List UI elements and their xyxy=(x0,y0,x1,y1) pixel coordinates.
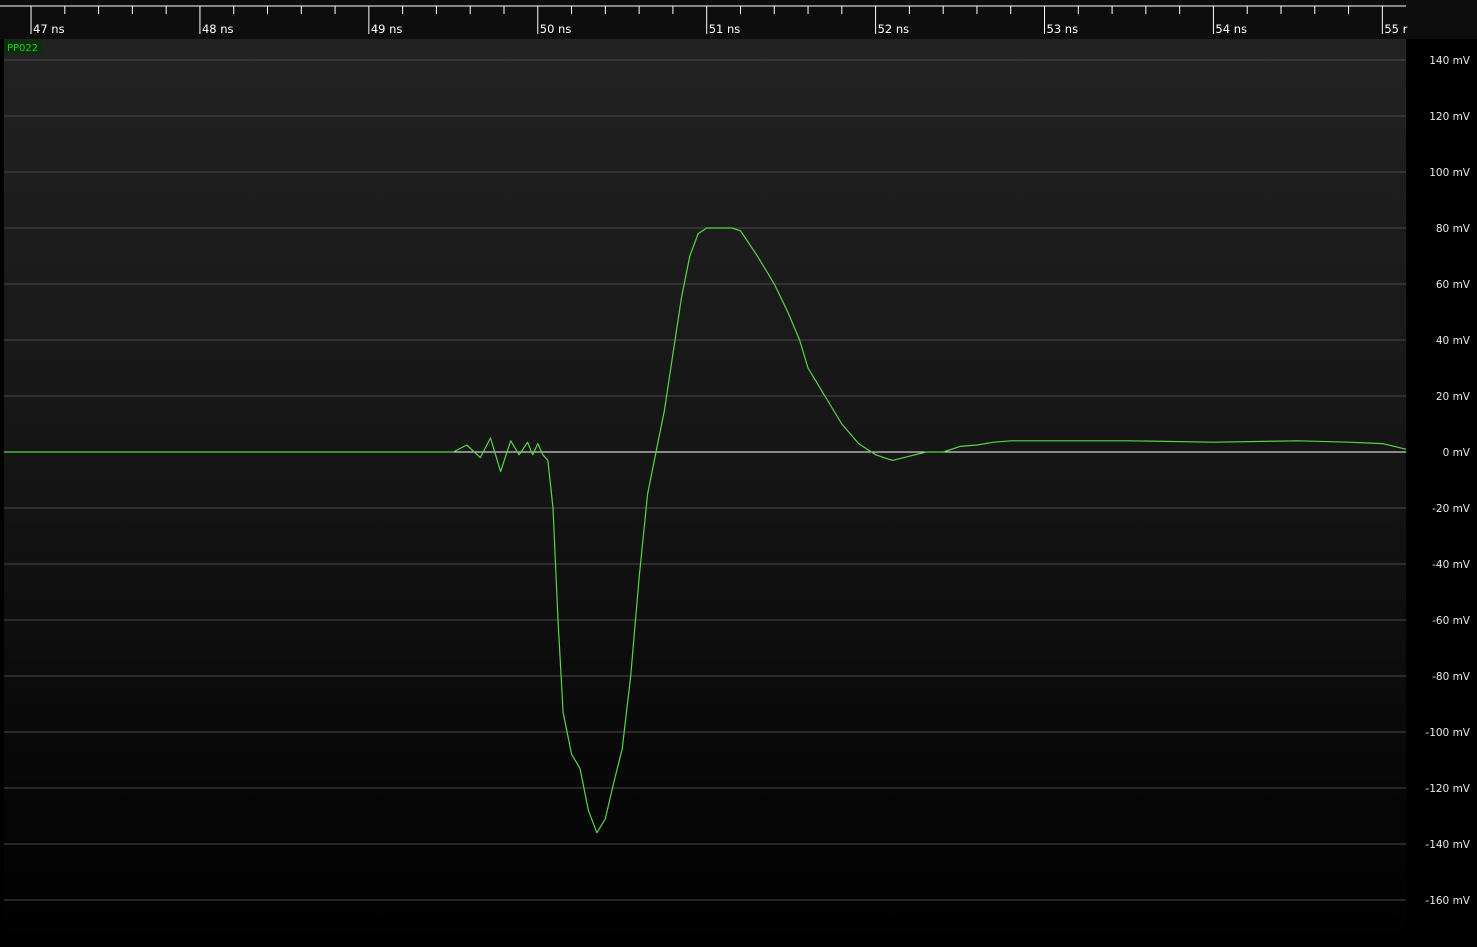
oscilloscope-display[interactable]: 47 ns 48 ns 49 ns 50 ns 51 ns 52 ns 53 ns 54 ns… xyxy=(0,0,1477,947)
voltage-tick-label: 60 mV xyxy=(1436,279,1471,291)
voltage-tick-label: 80 mV xyxy=(1436,223,1471,235)
voltage-tick-label: -160 mV xyxy=(1425,895,1470,907)
voltage-tick-label: 20 mV xyxy=(1436,391,1471,403)
time-tick-label: 48 ns xyxy=(202,22,234,36)
time-tick-label: 50 ns xyxy=(540,22,572,36)
voltage-tick-label: -20 mV xyxy=(1432,503,1471,515)
voltage-tick-label: -80 mV xyxy=(1432,671,1471,683)
channel-tag[interactable]: PP022 xyxy=(4,40,43,54)
time-tick-label: 51 ns xyxy=(709,22,741,36)
voltage-tick-label: 100 mV xyxy=(1429,167,1471,179)
voltage-tick-label: 120 mV xyxy=(1429,111,1471,123)
voltage-tick-label: 0 mV xyxy=(1443,447,1471,459)
voltage-tick-label: -100 mV xyxy=(1425,727,1470,739)
voltage-tick-label: -40 mV xyxy=(1432,559,1471,571)
time-tick-label: 49 ns xyxy=(371,22,403,36)
time-tick-label: 47 ns xyxy=(33,22,65,36)
time-tick-label: 52 ns xyxy=(878,22,910,36)
time-tick-label: 54 ns xyxy=(1215,22,1247,36)
voltage-tick-label: -60 mV xyxy=(1432,615,1471,627)
voltage-tick-label: -120 mV xyxy=(1425,783,1470,795)
voltage-tick-label: -140 mV xyxy=(1425,839,1470,851)
time-tick-label: 53 ns xyxy=(1047,22,1079,36)
time-tick-label: 55 r xyxy=(1384,22,1407,36)
waveform-plot-area[interactable] xyxy=(4,39,1406,947)
voltage-tick-label: 40 mV xyxy=(1436,335,1471,347)
channel-name: PP022 xyxy=(7,43,38,54)
voltage-tick-label: 140 mV xyxy=(1429,55,1471,67)
